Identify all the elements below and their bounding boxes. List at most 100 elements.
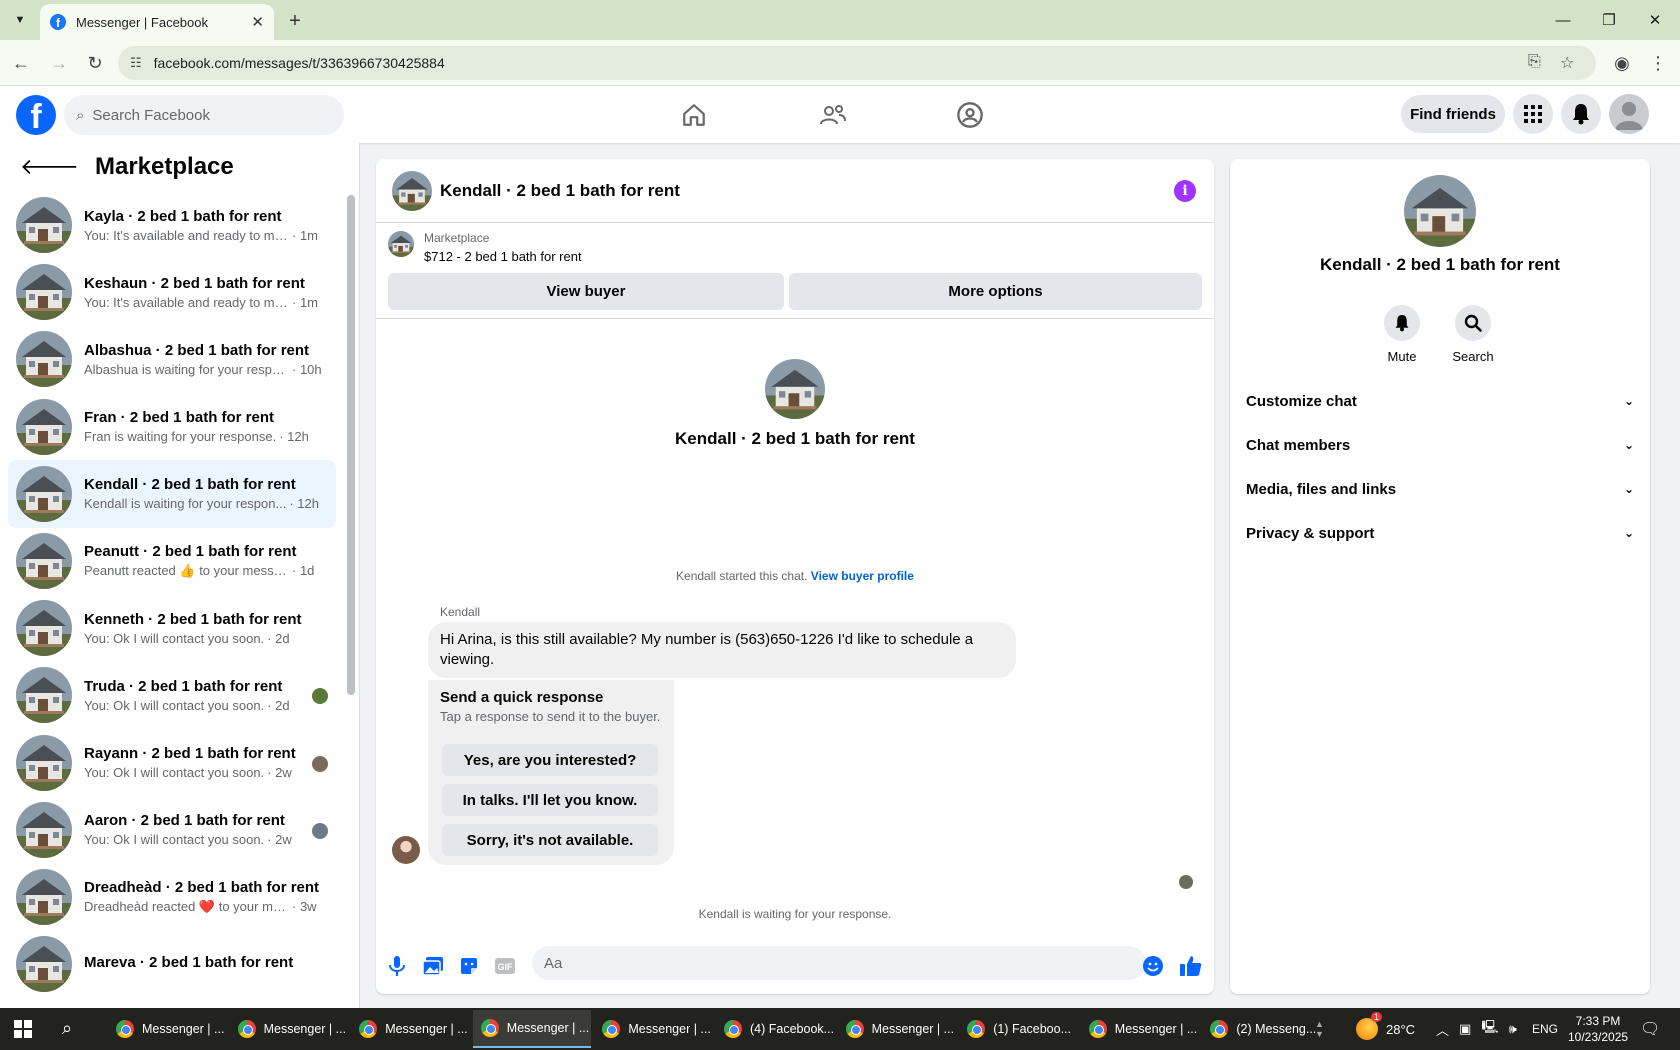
account-avatar[interactable] xyxy=(1609,94,1649,134)
emoji-icon[interactable] xyxy=(1141,954,1165,978)
taskbar-app-button[interactable]: Messenger | ... xyxy=(108,1010,226,1048)
windows-start-icon[interactable] xyxy=(14,1020,32,1043)
facebook-search-input[interactable] xyxy=(92,106,313,124)
chevron-up-icon[interactable]: ︿ xyxy=(1436,1020,1449,1039)
volume-icon[interactable]: 🕪 xyxy=(1509,1021,1517,1037)
microphone-icon[interactable] xyxy=(385,954,409,978)
close-window-icon[interactable]: ✕ xyxy=(1632,6,1678,34)
close-tab-icon[interactable]: ✕ xyxy=(251,13,264,31)
quick-reply-button[interactable]: Sorry, it's not available. xyxy=(442,824,658,856)
conversation-item[interactable]: Kenneth · 2 bed 1 bath for rent You: Ok I… xyxy=(8,594,336,662)
tab-search-chevron-icon[interactable]: ▼ xyxy=(8,8,32,32)
taskbar-app-button[interactable]: Messenger | ... xyxy=(594,1010,712,1048)
conversation-item[interactable]: Keshaun · 2 bed 1 bath for rent You: It's… xyxy=(8,258,336,326)
conversation-item[interactable]: Mareva · 2 bed 1 bath for rent xyxy=(8,930,336,998)
quick-reply-button[interactable]: Yes, are you interested? xyxy=(442,744,658,776)
conversation-item[interactable]: Albashua · 2 bed 1 bath for rent Albashua… xyxy=(8,325,336,393)
conversation-item[interactable]: Peanutt · 2 bed 1 bath for rent Peanutt r… xyxy=(8,527,336,595)
browser-menu-icon[interactable]: ⋮ xyxy=(1643,48,1673,78)
section-label: Media, files and links xyxy=(1246,480,1397,498)
customize-chat-section[interactable]: Customize chat ⌄ xyxy=(1246,383,1634,419)
media-files-links-section[interactable]: Media, files and links ⌄ xyxy=(1246,471,1634,507)
incoming-message-bubble[interactable]: Hi Arina, is this still available? My nu… xyxy=(428,622,1016,678)
notification-center-icon[interactable]: 🗨 xyxy=(1640,1008,1660,1050)
chat-title[interactable]: Kendall · 2 bed 1 bath for rent xyxy=(440,181,680,201)
back-arrow-icon[interactable]: ← xyxy=(6,48,36,78)
friends-icon[interactable] xyxy=(814,96,852,134)
new-tab-plus-icon[interactable]: + xyxy=(282,8,308,34)
conversation-name: Fran · 2 bed 1 bath for rent xyxy=(84,409,275,427)
chat-members-section[interactable]: Chat members ⌄ xyxy=(1246,427,1634,463)
details-avatar[interactable] xyxy=(1404,175,1476,247)
taskbar-app-label: Messenger | ... xyxy=(1114,1022,1198,1036)
taskbar-app-button[interactable]: Messenger | ... xyxy=(472,1010,591,1048)
taskbar-app-button[interactable]: (2) Messeng... xyxy=(1202,1010,1320,1048)
thumbs-up-icon[interactable] xyxy=(1179,954,1203,978)
address-bar[interactable]: ☷ facebook.com/messages/t/33639667304258… xyxy=(118,46,1596,80)
search-icon[interactable] xyxy=(1455,305,1491,341)
chat-started-text: Kendall started this chat. xyxy=(676,569,808,583)
facebook-logo-icon[interactable]: f xyxy=(16,95,56,135)
conversation-item[interactable]: Truda · 2 bed 1 bath for rent You: Ok I w… xyxy=(8,661,336,729)
back-arrow-icon[interactable]: 🡐 xyxy=(20,154,79,180)
mute-action[interactable]: Mute xyxy=(1367,305,1437,364)
conversation-thumbnail xyxy=(16,869,72,925)
taskbar-app-button[interactable]: Messenger | ... xyxy=(230,1010,348,1048)
restore-window-icon[interactable]: ❐ xyxy=(1586,6,1632,34)
chat-header-avatar[interactable] xyxy=(392,170,432,211)
install-app-icon[interactable]: ⎘ xyxy=(1528,53,1541,71)
facebook-search[interactable]: ⌕ xyxy=(64,95,344,135)
menu-grid-icon[interactable] xyxy=(1513,94,1553,134)
meet-now-icon[interactable]: ▣ xyxy=(1459,1021,1471,1037)
message-composer[interactable] xyxy=(532,946,1146,980)
conversation-preview: Fran is waiting for your response. xyxy=(84,429,277,445)
reload-icon[interactable]: ↻ xyxy=(80,48,110,78)
listing-summary[interactable]: Marketplace $712 - 2 bed 1 bath for rent xyxy=(388,231,582,264)
quick-response-subtitle: Tap a response to send it to the buyer. xyxy=(440,709,661,724)
sidebar-scrollbar[interactable] xyxy=(347,195,355,695)
conversation-item[interactable]: Kayla · 2 bed 1 bath for rent You: It's a… xyxy=(8,191,336,259)
conversation-item[interactable]: Fran · 2 bed 1 bath for rent Fran is wait… xyxy=(8,393,336,461)
taskbar-search-icon[interactable]: ⌕ xyxy=(62,1018,72,1039)
home-icon[interactable] xyxy=(675,96,713,134)
weather-widget[interactable]: 1 28°C xyxy=(1356,1008,1415,1050)
sticker-icon[interactable] xyxy=(457,954,481,978)
site-info-icon[interactable]: ☷ xyxy=(130,55,142,71)
taskbar-app-button[interactable]: Messenger | ... xyxy=(838,1010,956,1048)
privacy-support-section[interactable]: Privacy & support ⌄ xyxy=(1246,515,1634,551)
network-icon[interactable]: 🖳 xyxy=(1481,1018,1498,1040)
sender-avatar[interactable] xyxy=(392,836,420,864)
conversation-thumbnail xyxy=(16,331,72,388)
photo-attach-icon[interactable] xyxy=(421,954,445,978)
taskbar-scroll-arrows[interactable]: ▲ ▼ xyxy=(1315,1010,1324,1048)
taskbar-app-button[interactable]: (4) Facebook... xyxy=(716,1010,834,1048)
conversation-item[interactable]: Kendall · 2 bed 1 bath for rent Kendall i… xyxy=(8,459,336,528)
info-icon[interactable]: i xyxy=(1174,180,1196,202)
profile-icon[interactable]: ◉ xyxy=(1607,48,1637,78)
groups-icon[interactable] xyxy=(951,96,989,134)
language-indicator[interactable]: ENG xyxy=(1532,1008,1558,1050)
taskbar-app-button[interactable]: Messenger | ... xyxy=(351,1010,469,1048)
view-buyer-button[interactable]: View buyer xyxy=(388,273,784,310)
more-options-button[interactable]: More options xyxy=(789,273,1202,310)
message-input[interactable] xyxy=(544,954,1064,972)
find-friends-button[interactable]: Find friends xyxy=(1401,95,1505,133)
conversation-item[interactable]: Aaron · 2 bed 1 bath for rent You: Ok I w… xyxy=(8,796,336,864)
forward-arrow-icon[interactable]: → xyxy=(44,48,74,78)
taskbar-app-button[interactable]: Messenger | ... xyxy=(1081,1010,1199,1048)
chrome-icon xyxy=(1088,1020,1107,1038)
taskbar-app-button[interactable]: (1) Faceboo... xyxy=(959,1010,1077,1048)
conversation-item[interactable]: Rayann · 2 bed 1 bath for rent You: Ok I … xyxy=(8,729,336,797)
bell-icon[interactable] xyxy=(1384,305,1420,341)
conversation-item[interactable]: Dreadheàd · 2 bed 1 bath for rent Dreadhe… xyxy=(8,863,336,931)
bookmark-star-icon[interactable]: ☆ xyxy=(1560,53,1574,73)
view-buyer-profile-link[interactable]: View buyer profile xyxy=(811,569,914,583)
conversation-thumbnail xyxy=(16,533,72,589)
quick-reply-button[interactable]: In talks. I'll let you know. xyxy=(442,784,658,816)
gif-icon[interactable]: GIF xyxy=(493,954,517,978)
browser-tab-messenger[interactable]: f Messenger | Facebook ✕ xyxy=(40,4,274,40)
notifications-bell-icon[interactable] xyxy=(1561,94,1601,134)
search-action[interactable]: Search xyxy=(1438,305,1508,364)
minimize-window-icon[interactable]: — xyxy=(1540,6,1586,34)
clock[interactable]: 7:33 PM 10/23/2025 xyxy=(1568,1008,1628,1050)
